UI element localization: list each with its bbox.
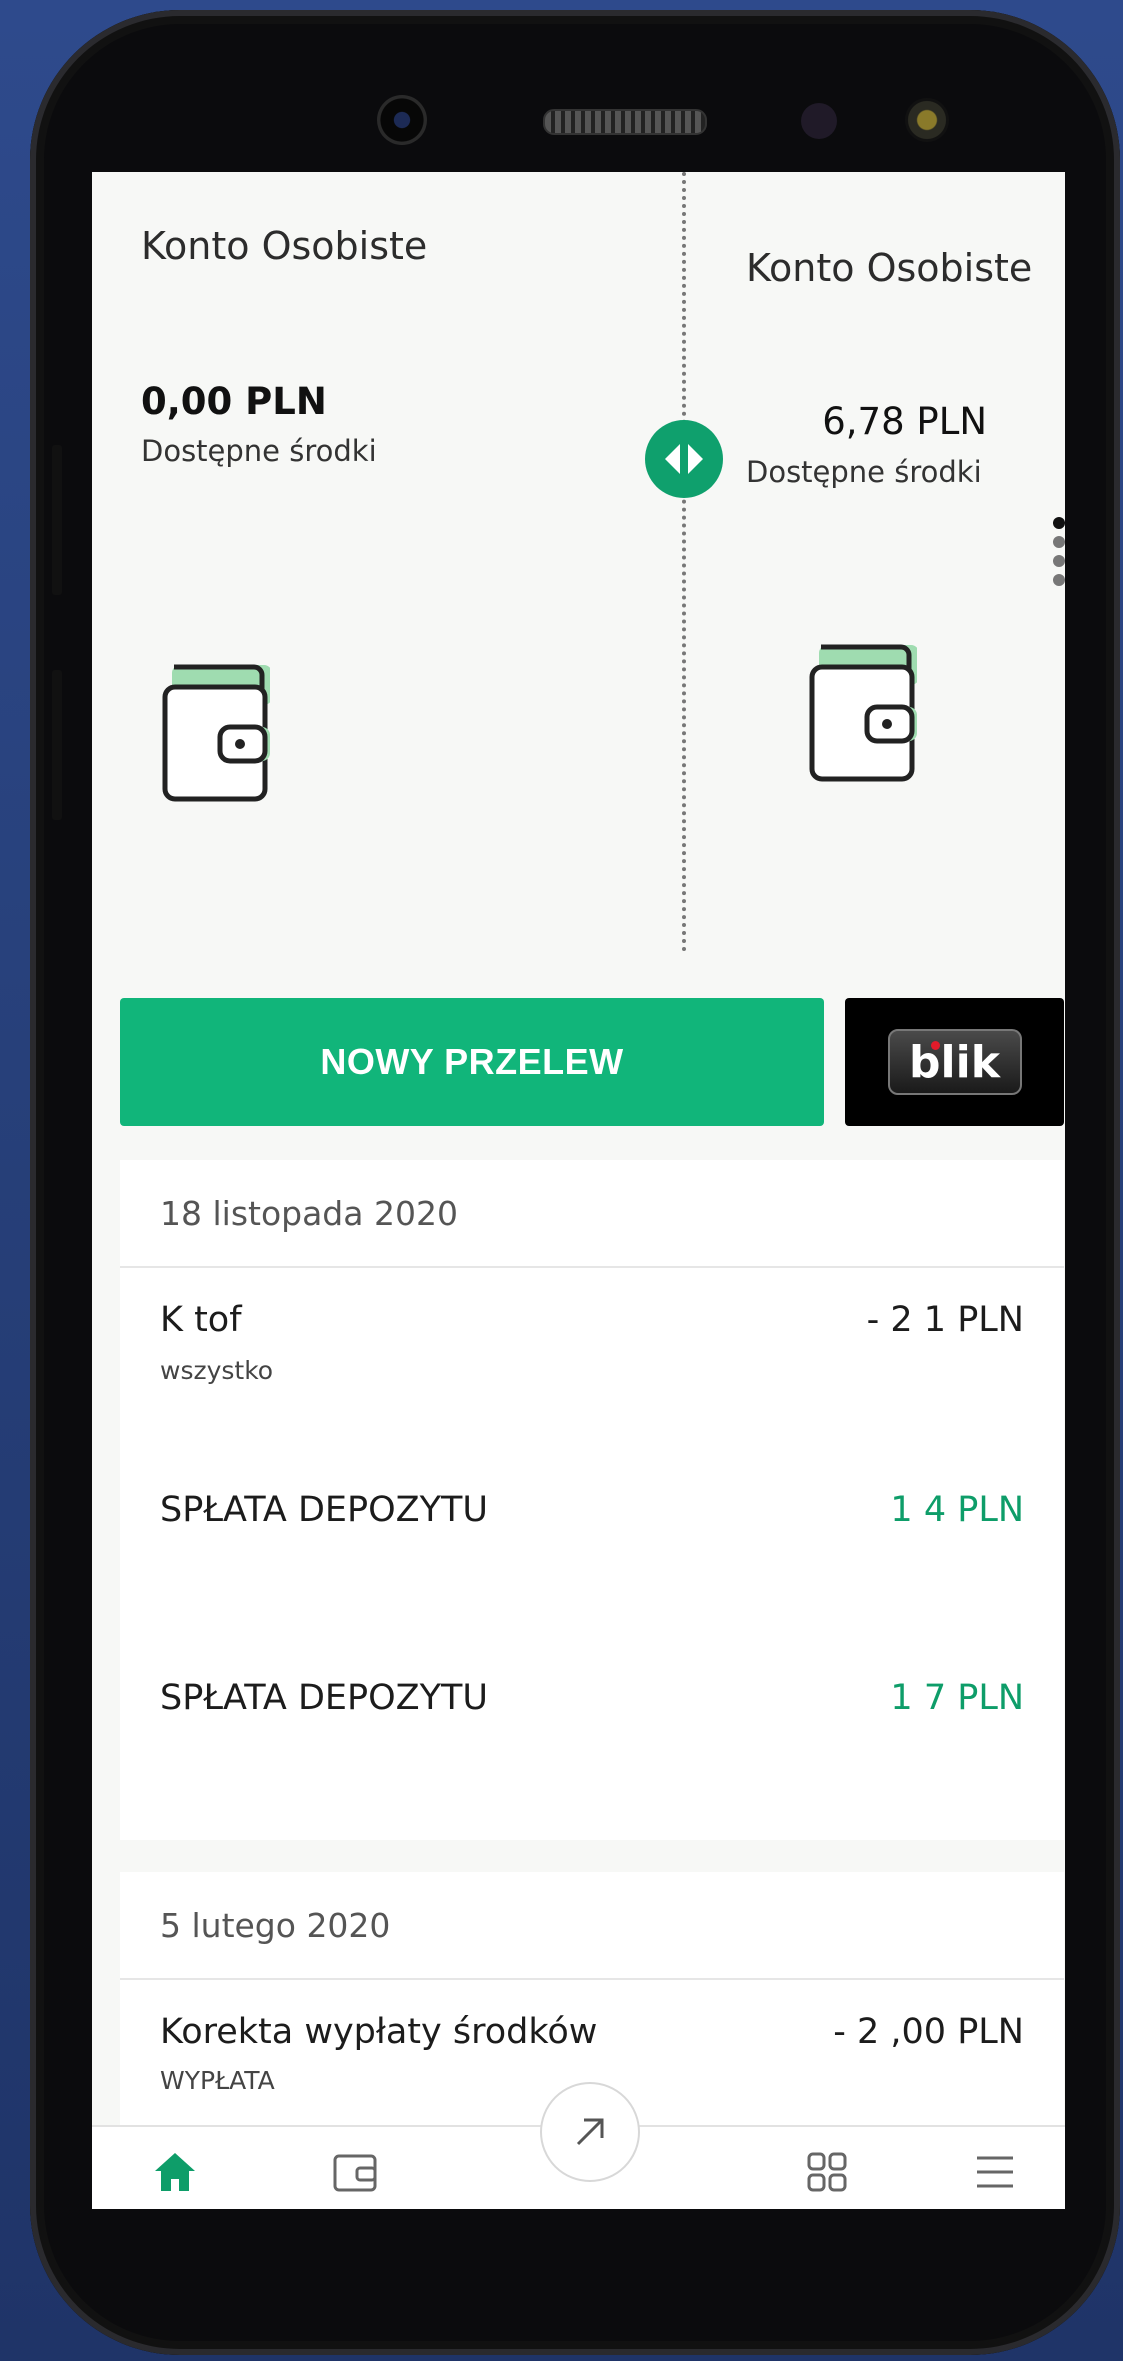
nav-accounts[interactable] xyxy=(330,2147,380,2197)
balance-label: Dostępne środki xyxy=(746,455,982,489)
blik-dot-icon xyxy=(930,1041,940,1050)
transaction-row[interactable]: K tof wszystko - 2 1 PLN xyxy=(160,1300,1024,1420)
switch-accounts-button[interactable] xyxy=(645,420,723,498)
page-indicator xyxy=(1053,517,1065,586)
page-dot-active xyxy=(1053,517,1065,529)
power-button xyxy=(52,670,62,820)
transaction-title: K tof xyxy=(160,1300,242,1340)
blik-logo: blik xyxy=(887,1029,1022,1095)
proximity-sensor xyxy=(801,103,837,139)
grid-icon xyxy=(807,2152,847,2192)
transaction-title: Korekta wypłaty środków xyxy=(160,2012,598,2052)
transaction-subtitle: wszystko xyxy=(160,1356,274,1385)
quick-transfer-button[interactable] xyxy=(540,2082,640,2182)
switch-arrows-icon xyxy=(665,444,703,474)
transaction-row[interactable]: SPŁATA DEPOZYTU 1 7 PLN xyxy=(160,1678,1024,1778)
history-group: 18 listopada 2020 K tof wszystko - 2 1 P… xyxy=(120,1160,1064,1840)
nav-products[interactable] xyxy=(802,2147,852,2197)
front-camera xyxy=(377,95,427,145)
account-balance: 6,78 PLN xyxy=(822,400,987,443)
home-icon xyxy=(155,2153,195,2191)
blik-label: blik xyxy=(909,1036,1000,1088)
transaction-row[interactable]: SPŁATA DEPOZYTU 1 4 PLN xyxy=(160,1490,1024,1590)
account-name: Konto Osobiste xyxy=(746,246,1033,290)
account-balance: 0,00 PLN xyxy=(141,380,327,423)
transaction-amount: - 2 1 PLN xyxy=(866,1300,1024,1340)
transaction-amount: 1 7 PLN xyxy=(890,1678,1024,1718)
balance-label: Dostępne środki xyxy=(141,434,377,468)
page-dot xyxy=(1053,536,1065,548)
transfer-arrow-icon xyxy=(576,2118,604,2146)
app-screen: Konto Osobiste 0,00 PLN Dostępne środki … xyxy=(92,172,1065,2209)
account-name: Konto Osobiste xyxy=(141,224,428,268)
earpiece-speaker xyxy=(543,109,707,135)
transaction-amount: 1 4 PLN xyxy=(890,1490,1024,1530)
transaction-title: SPŁATA DEPOZYTU xyxy=(160,1678,489,1718)
menu-icon xyxy=(977,2156,1013,2188)
nav-home[interactable] xyxy=(150,2147,200,2197)
page-dot xyxy=(1053,574,1065,586)
blik-button[interactable]: blik xyxy=(845,998,1064,1126)
volume-button xyxy=(52,445,62,595)
wallet-icon xyxy=(333,2154,377,2192)
front-flash xyxy=(905,98,949,142)
transaction-subtitle: WYPŁATA xyxy=(160,2066,275,2095)
transaction-title: SPŁATA DEPOZYTU xyxy=(160,1490,489,1530)
nav-menu[interactable] xyxy=(970,2147,1020,2197)
history-date: 5 lutego 2020 xyxy=(120,1872,1064,1980)
account-divider xyxy=(682,172,686,952)
wallet-icon xyxy=(162,664,270,802)
wallet-icon xyxy=(809,644,917,782)
new-transfer-button[interactable]: NOWY PRZELEW xyxy=(120,998,824,1126)
history-date: 18 listopada 2020 xyxy=(120,1160,1064,1268)
transaction-amount: - 2 ,00 PLN xyxy=(833,2012,1024,2052)
page-dot xyxy=(1053,555,1065,567)
